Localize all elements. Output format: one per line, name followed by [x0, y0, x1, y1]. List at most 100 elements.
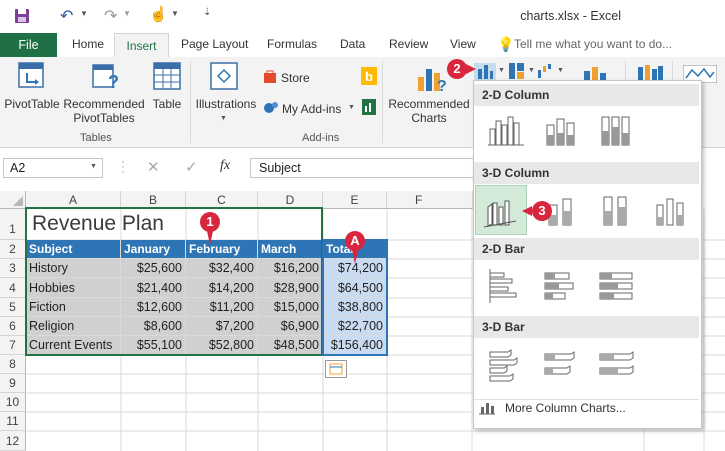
tab-data[interactable]: Data	[340, 37, 365, 51]
cancel-entry-icon[interactable]: ✕	[147, 158, 160, 176]
callout-3-arrow	[522, 206, 532, 216]
100-stacked-column-icon[interactable]	[594, 111, 638, 151]
clustered-column-icon[interactable]	[484, 111, 528, 151]
table-cell[interactable]: $11,200	[186, 298, 258, 317]
tab-formulas[interactable]: Formulas	[267, 37, 317, 51]
3d-column-icon[interactable]	[649, 191, 693, 231]
table-cell[interactable]: $8,600	[121, 317, 186, 336]
3d-clustered-bar-icon[interactable]	[484, 346, 528, 386]
column-header-e[interactable]: E	[323, 191, 387, 209]
lightbulb-icon: 💡	[497, 36, 515, 52]
table-cell[interactable]: $32,400	[186, 259, 258, 278]
column-header-f[interactable]: F	[387, 191, 473, 209]
row-header-4[interactable]: 4	[0, 278, 26, 298]
total-cell[interactable]: $156,400	[323, 336, 387, 355]
header-cell[interactable]: March	[258, 240, 323, 259]
recommended-charts-button[interactable]: Recommended Charts	[386, 97, 472, 125]
store-button[interactable]: Store	[281, 71, 310, 85]
illustrations-button[interactable]: Illustrations	[193, 97, 259, 111]
table-cell[interactable]: Hobbies	[26, 278, 121, 298]
people-graph-icon[interactable]	[362, 99, 376, 115]
100-stacked-bar-icon[interactable]	[594, 267, 638, 307]
total-cell[interactable]: $64,500	[323, 278, 387, 298]
3d-clustered-column-icon[interactable]	[480, 191, 524, 231]
hierarchy-chart-icon[interactable]	[508, 62, 526, 80]
window-title: charts.xlsx - Excel	[520, 9, 621, 23]
tab-file[interactable]: File	[0, 33, 57, 57]
tab-insert[interactable]: Insert	[114, 33, 169, 58]
table-cell[interactable]: $25,600	[121, 259, 186, 278]
enter-check-icon[interactable]: ✓	[185, 158, 198, 176]
column-chart-dropdown-icon[interactable]: ▼	[498, 67, 505, 74]
bing-icon[interactable]: b	[361, 67, 377, 85]
tab-review[interactable]: Review	[389, 37, 428, 51]
table-cell[interactable]: $55,100	[121, 336, 186, 355]
table-cell[interactable]: Religion	[26, 317, 121, 336]
total-cell[interactable]: $38,800	[323, 298, 387, 317]
quick-analysis-icon[interactable]	[325, 360, 347, 378]
more-column-charts-link[interactable]: More Column Charts...	[505, 401, 626, 415]
3d-100-stacked-bar-icon[interactable]	[594, 346, 638, 386]
column-header-d[interactable]: D	[258, 191, 323, 209]
row-header-9[interactable]: 9	[0, 374, 26, 393]
row-header-8[interactable]: 8	[0, 355, 26, 374]
waterfall-dropdown-icon[interactable]: ▼	[557, 67, 564, 74]
recommended-pivottables-button[interactable]: Recommended PivotTables	[62, 97, 146, 125]
callout-a: A	[345, 231, 365, 251]
waterfall-chart-icon[interactable]	[537, 62, 555, 80]
row-header-10[interactable]: 10	[0, 393, 26, 412]
row-header-3[interactable]: 3	[0, 259, 26, 278]
header-cell[interactable]: February	[186, 240, 258, 259]
table-cell[interactable]: $7,200	[186, 317, 258, 336]
row-header-12[interactable]: 12	[0, 431, 26, 451]
my-addins-dropdown-icon[interactable]: ▼	[348, 104, 355, 111]
3d-stacked-bar-icon[interactable]	[539, 346, 583, 386]
tab-home[interactable]: Home	[72, 37, 104, 51]
column-header-c[interactable]: C	[186, 191, 258, 209]
table-cell[interactable]: $15,000	[258, 298, 323, 317]
table-cell[interactable]: $48,500	[258, 336, 323, 355]
header-cell[interactable]: Subject	[26, 240, 121, 259]
name-box-value: A2	[10, 161, 26, 175]
table-cell[interactable]: $6,900	[258, 317, 323, 336]
name-box-dropdown-icon[interactable]: ▼	[90, 163, 97, 170]
select-all-corner[interactable]	[0, 191, 26, 209]
pivottable-button[interactable]: PivotTable	[2, 97, 62, 111]
table-cell[interactable]: $14,200	[186, 278, 258, 298]
insert-function-button[interactable]: fx	[220, 158, 230, 174]
my-addins-button[interactable]: My Add-ins	[282, 102, 341, 116]
table-cell[interactable]: $12,600	[121, 298, 186, 317]
column-header-a[interactable]: A	[26, 191, 121, 209]
formula-input[interactable]: Subject	[250, 158, 475, 178]
row-header-1[interactable]: 1	[0, 209, 26, 240]
column-chart-icon[interactable]	[474, 63, 496, 81]
total-cell[interactable]: $22,700	[323, 317, 387, 336]
section-3d-bar: 3-D Bar	[474, 316, 699, 338]
table-cell[interactable]: $16,200	[258, 259, 323, 278]
row-header-6[interactable]: 6	[0, 317, 26, 336]
table-cell[interactable]: History	[26, 259, 121, 278]
stacked-bar-icon[interactable]	[539, 267, 583, 307]
table-cell[interactable]: $28,900	[258, 278, 323, 298]
table-cell[interactable]: Current Events	[26, 336, 121, 355]
row-header-5[interactable]: 5	[0, 298, 26, 317]
row-header-2[interactable]: 2	[0, 240, 26, 259]
stacked-column-icon[interactable]	[539, 111, 583, 151]
clustered-bar-icon[interactable]	[484, 267, 528, 307]
table-cell[interactable]: $21,400	[121, 278, 186, 298]
hierarchy-dropdown-icon[interactable]: ▼	[528, 67, 535, 74]
3d-100-stacked-column-icon[interactable]	[594, 191, 638, 231]
header-cell[interactable]: January	[121, 240, 186, 259]
tab-page-layout[interactable]: Page Layout	[181, 37, 248, 51]
tell-me-box[interactable]: Tell me what you want to do...	[514, 37, 672, 51]
table-button[interactable]: Table	[148, 97, 186, 111]
table-cell[interactable]: $52,800	[186, 336, 258, 355]
table-cell[interactable]: Fiction	[26, 298, 121, 317]
name-box[interactable]: A2 ▼	[3, 158, 103, 178]
row-header-11[interactable]: 11	[0, 412, 26, 431]
tab-view[interactable]: View	[450, 37, 476, 51]
column-header-b[interactable]: B	[121, 191, 186, 209]
illustrations-dropdown-icon[interactable]: ▼	[220, 115, 227, 122]
callout-a-arrow	[352, 250, 358, 264]
row-header-7[interactable]: 7	[0, 336, 26, 355]
